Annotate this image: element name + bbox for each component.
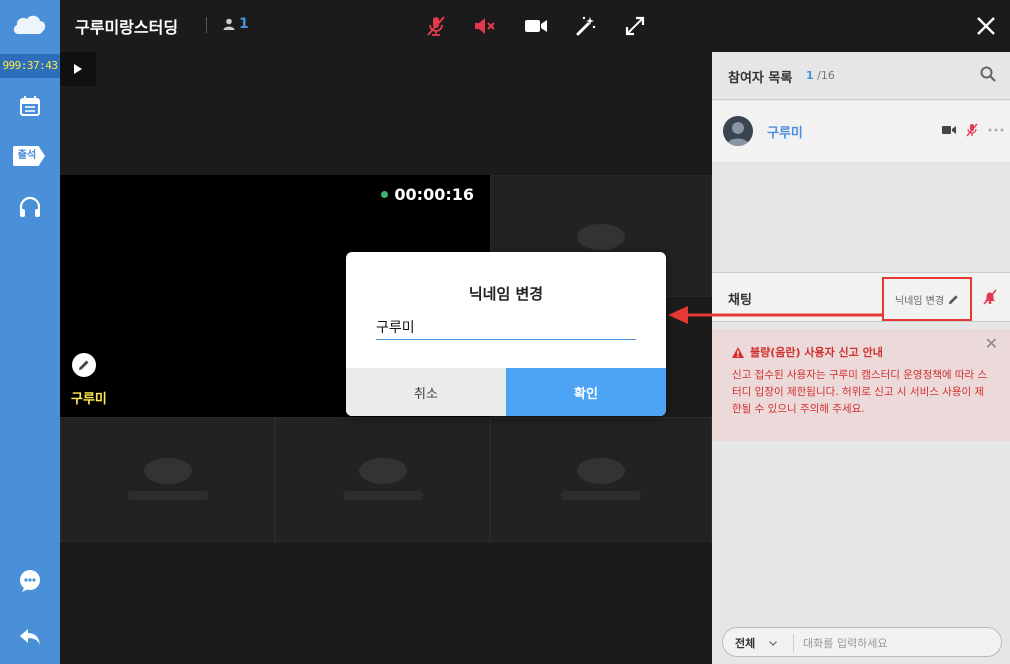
- chat-input-divider: [793, 634, 794, 652]
- room-title: 구루미랑스터딩: [75, 18, 179, 37]
- search-icon[interactable]: [980, 66, 996, 86]
- participant-status-icons: [942, 123, 1004, 137]
- headphones-icon[interactable]: [15, 192, 45, 222]
- chat-bubble-icon[interactable]: [15, 566, 45, 596]
- participant-name: 구루미: [767, 126, 803, 141]
- participant-row[interactable]: 구루미: [712, 101, 1010, 163]
- chat-scope-value: 전체: [735, 637, 756, 650]
- video-user-name: 구루미: [71, 392, 107, 407]
- top-bar: 구루미랑스터딩 1: [60, 0, 1010, 52]
- user-count-value: 1: [239, 16, 249, 32]
- participants-count: 1 /16: [806, 69, 835, 82]
- participants-header: 참여자 목록 1 /16: [712, 52, 1010, 100]
- notice-title-text: 불량(음란) 사용자 신고 안내: [750, 346, 883, 359]
- close-icon[interactable]: [972, 12, 1000, 40]
- notice-body: 신고 접수된 사용자는 구루미 캠스터디 운영정책에 따라 스터디 입장이 제한…: [732, 369, 988, 415]
- left-sidebar: 999:37:43 출석: [0, 0, 60, 664]
- annotation-arrow-icon: [668, 306, 882, 324]
- attend-tag-icon[interactable]: 출석: [13, 146, 45, 166]
- fullscreen-icon[interactable]: [621, 12, 649, 40]
- cloud-watermark-icon: [127, 457, 208, 500]
- user-count: 1: [223, 16, 249, 32]
- confirm-button[interactable]: 확인: [506, 368, 666, 416]
- chevron-down-icon: [769, 640, 778, 646]
- chat-message-input[interactable]: [803, 633, 993, 653]
- warning-icon: [732, 346, 744, 358]
- person-icon: [223, 18, 235, 30]
- speaker-muted-icon[interactable]: [471, 12, 499, 40]
- cloud-watermark-icon: [577, 224, 625, 250]
- empty-video-tile: [275, 417, 490, 542]
- nickname-change-button[interactable]: 닉네임 변경: [882, 277, 972, 321]
- recording-dot-icon: [381, 191, 389, 198]
- nickname-input[interactable]: [376, 314, 636, 340]
- pencil-icon: [949, 294, 958, 304]
- more-options-icon[interactable]: [988, 128, 1004, 132]
- session-timer: 999:37:43: [0, 54, 60, 78]
- notification-muted-icon[interactable]: [982, 289, 998, 309]
- back-arrow-icon[interactable]: [15, 622, 45, 652]
- mic-muted-icon[interactable]: [422, 12, 450, 40]
- cloud-watermark-icon: [561, 457, 641, 500]
- cancel-button[interactable]: 취소: [346, 368, 506, 416]
- notice-close-icon[interactable]: ✕: [985, 336, 998, 352]
- dialog-buttons: 취소 확인: [346, 368, 666, 416]
- participants-title: 참여자 목록: [728, 71, 793, 86]
- title-divider: [206, 17, 207, 33]
- right-panel: 참여자 목록 1 /16 구루미 채팅 닉네임 변경 ✕ 불량(음란) 사용자: [712, 52, 1010, 664]
- mic-muted-icon: [966, 123, 978, 137]
- nickname-change-label: 닉네임 변경: [894, 295, 945, 307]
- play-icon[interactable]: [60, 52, 96, 86]
- cloud-logo-icon[interactable]: [10, 10, 48, 38]
- cloud-watermark-icon: [342, 457, 423, 500]
- nickname-change-dialog: 닉네임 변경 취소 확인: [346, 252, 666, 416]
- empty-video-tile: [490, 417, 712, 542]
- report-notice: ✕ 불량(음란) 사용자 신고 안내 신고 접수된 사용자는 구루미 캠스터디 …: [712, 329, 1010, 441]
- edit-name-icon[interactable]: [72, 353, 96, 377]
- recording-time: 00:00:16: [381, 185, 474, 204]
- chat-scope-select[interactable]: 전체: [735, 635, 778, 651]
- avatar: [723, 116, 753, 146]
- dialog-title: 닉네임 변경: [468, 285, 544, 303]
- recording-time-value: 00:00:16: [394, 185, 474, 204]
- magic-wand-icon[interactable]: [572, 12, 600, 40]
- chat-input-bar: 전체: [722, 627, 1002, 657]
- notice-title: 불량(음란) 사용자 신고 안내: [732, 344, 883, 360]
- camera-icon: [942, 126, 956, 134]
- camera-icon[interactable]: [522, 12, 550, 40]
- calendar-icon[interactable]: [15, 91, 45, 121]
- empty-video-tile: [60, 417, 275, 542]
